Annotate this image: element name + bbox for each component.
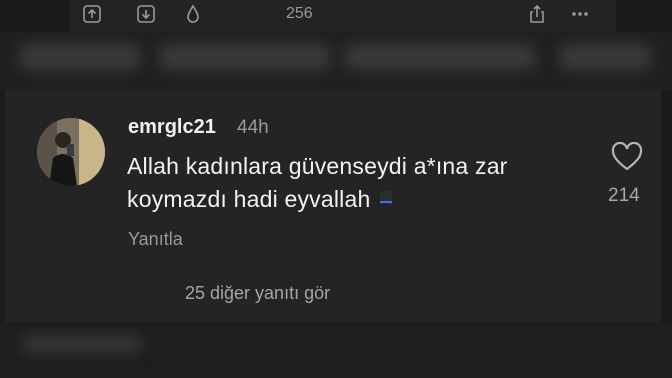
drop-icon[interactable] <box>183 4 203 24</box>
top-toolbar: 256 <box>70 0 616 32</box>
like-count: 214 <box>608 185 640 206</box>
download-icon[interactable] <box>136 4 156 24</box>
comment-text-body: Allah kadınlara güvenseydi a*ına zar koy… <box>127 153 508 212</box>
blurred-footer <box>0 322 672 378</box>
reply-button[interactable]: Yanıtla <box>128 229 183 250</box>
share-icon[interactable] <box>527 4 547 24</box>
comment-text: Allah kadınlara güvenseydi a*ına zar koy… <box>127 150 597 220</box>
blurred-content <box>0 32 672 90</box>
comment-card: emrglc21 44h Allah kadınlara güvenseydi … <box>5 90 661 322</box>
view-more-replies-button[interactable]: 25 diğer yanıtı gör <box>185 283 330 304</box>
avatar[interactable] <box>37 118 105 186</box>
more-icon[interactable] <box>570 4 590 24</box>
comment-time: 44h <box>237 117 269 138</box>
comment-username[interactable]: emrglc21 <box>128 116 216 139</box>
heart-icon[interactable] <box>611 141 643 172</box>
top-hat-icon <box>374 187 398 220</box>
upload-icon[interactable] <box>82 4 102 24</box>
drop-count: 256 <box>286 5 313 22</box>
